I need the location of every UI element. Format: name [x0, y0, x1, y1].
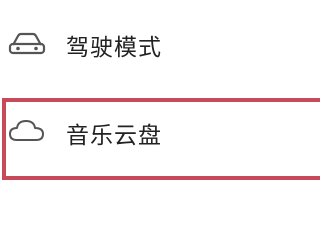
- menu-item-drive-mode[interactable]: 驾驶模式: [0, 18, 320, 70]
- car-icon: [6, 29, 48, 59]
- cloud-icon: [6, 115, 48, 145]
- menu-item-music-cloud[interactable]: 音乐云盘: [0, 101, 320, 181]
- menu-item-label: 驾驶模式: [66, 35, 162, 61]
- menu-item-label: 音乐云盘: [66, 123, 162, 149]
